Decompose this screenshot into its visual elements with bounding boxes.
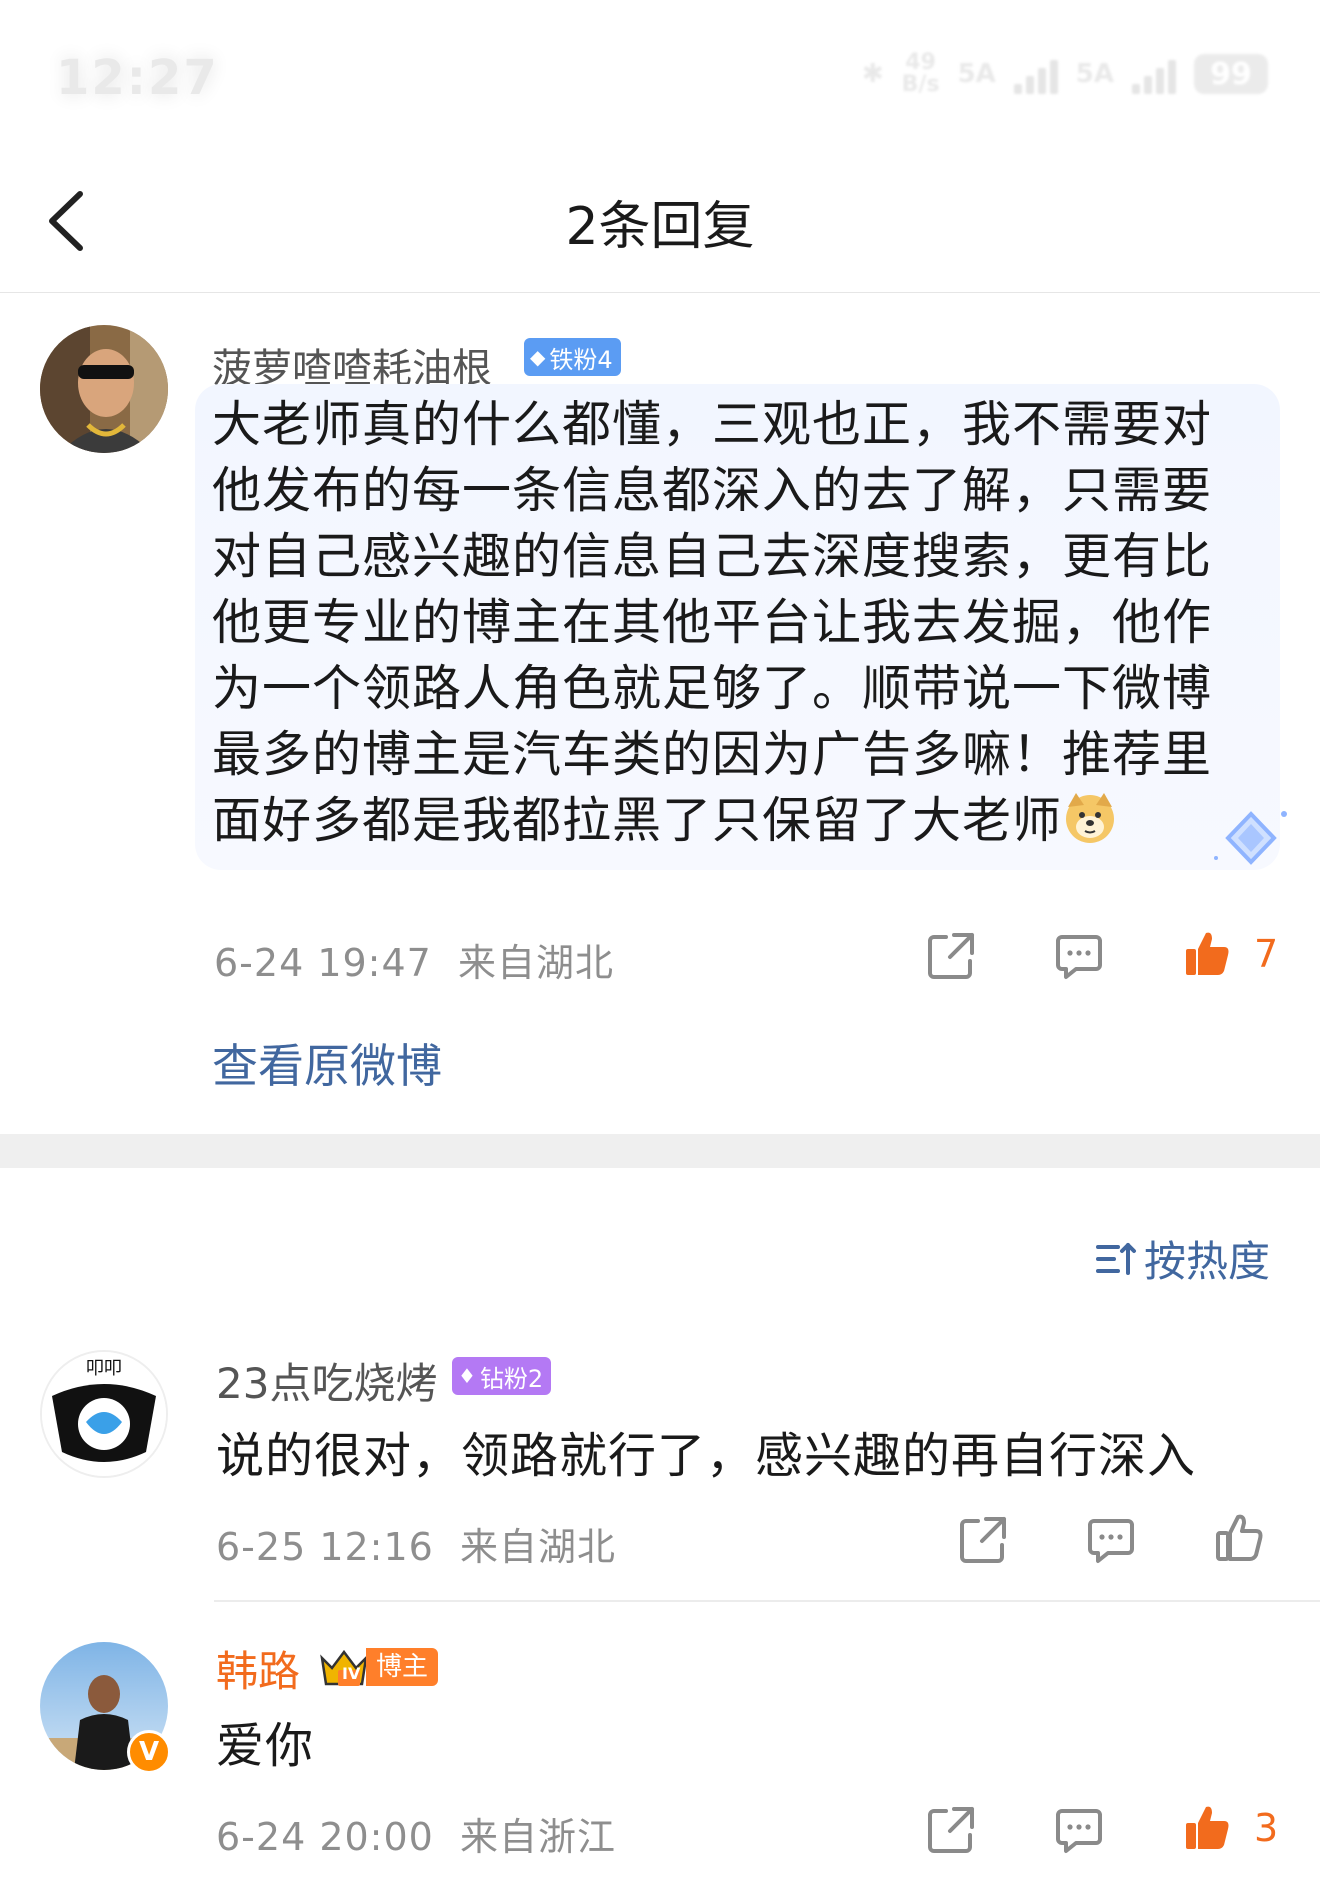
comment-location: 来自湖北	[458, 941, 615, 985]
reply-username[interactable]: 23点吃烧烤	[216, 1350, 437, 1411]
row-divider	[214, 1600, 1320, 1602]
reply-button[interactable]	[1052, 929, 1106, 983]
blogger-badge: IV 博主	[318, 1646, 439, 1688]
reply-location: 来自湖北	[460, 1525, 617, 1569]
like-button[interactable]	[1212, 1511, 1266, 1565]
like-count: 3	[1254, 1806, 1279, 1850]
bluetooth-icon: ✱	[861, 59, 884, 89]
page-title: 2条回复	[565, 197, 755, 257]
avatar[interactable]	[40, 325, 168, 453]
verified-v-icon: V	[127, 1730, 171, 1774]
sort-button[interactable]: 按热度	[1094, 1228, 1270, 1289]
like-button[interactable]	[1180, 1801, 1234, 1855]
net-speed: 49 B/s	[901, 50, 940, 97]
like-button[interactable]	[1180, 927, 1234, 981]
diamond-icon: ◆	[530, 345, 546, 369]
avatar-image: 叩叩	[42, 1352, 166, 1476]
thumbs-up-outline-icon	[1216, 1514, 1263, 1561]
thumbs-up-icon	[1186, 932, 1229, 975]
sort-icon	[1095, 1242, 1136, 1275]
status-bar: 12:27 ✱ 49 B/s 5A 5A 99	[0, 0, 1320, 150]
status-time: 12:27	[56, 50, 219, 106]
reply-time: 6-24 20:00	[216, 1815, 434, 1859]
fan-badge: ♦ 钻粉2	[452, 1357, 552, 1395]
share-button[interactable]	[924, 929, 978, 983]
reply-text: 说的很对，领路就行了，感兴趣的再自行深入	[216, 1428, 1197, 1484]
share-button[interactable]	[956, 1513, 1010, 1567]
thumbs-up-icon	[1186, 1806, 1229, 1849]
comment-text: 大老师真的什么都懂，三观也正，我不需要对他发布的每一条信息都深入的去了解，只需要…	[212, 396, 1213, 849]
doge-emoji-icon	[1066, 793, 1115, 843]
status-icons: ✱ 49 B/s 5A 5A 99	[862, 52, 1268, 96]
gem-icon: ♦	[458, 1364, 476, 1388]
signal-icon-2	[1132, 54, 1176, 94]
comment-time: 6-24 19:47	[214, 941, 432, 985]
comment-icon	[1056, 935, 1102, 979]
svg-text:叩叩: 叩叩	[86, 1358, 122, 1379]
nav-bar: 2条回复	[0, 150, 1320, 293]
reply-meta: 6-24 20:00 来自浙江	[216, 1806, 616, 1861]
battery-icon: 99	[1194, 54, 1268, 94]
signal-icon	[1013, 54, 1058, 94]
share-icon	[928, 933, 974, 979]
share-button[interactable]	[924, 1803, 978, 1857]
avatar-image	[40, 325, 168, 453]
share-icon	[960, 1517, 1006, 1563]
sort-label: 按热度	[1143, 1237, 1270, 1286]
fan-badge: ◆ 铁粉4	[524, 338, 621, 376]
comment-meta: 6-24 19:47 来自湖北	[214, 932, 614, 987]
reply-button[interactable]	[1084, 1513, 1138, 1567]
comment-icon	[1088, 1519, 1134, 1563]
reply-text: 爱你	[216, 1718, 315, 1774]
reply-time: 6-25 12:16	[216, 1525, 434, 1569]
reply-location: 来自浙江	[460, 1815, 617, 1859]
avatar[interactable]: 叩叩	[40, 1350, 168, 1478]
reply-username[interactable]: 韩路	[216, 1638, 300, 1699]
view-original-link[interactable]: 查看原微博	[212, 1030, 442, 1096]
comment-icon	[1056, 1809, 1102, 1853]
sim1-label: 5A	[957, 59, 996, 89]
share-icon	[928, 1807, 974, 1853]
section-divider	[0, 1134, 1320, 1168]
like-count: 7	[1254, 932, 1279, 976]
crown-level: IV	[342, 1664, 361, 1683]
sim2-label: 5A	[1075, 59, 1114, 89]
reply-button[interactable]	[1052, 1803, 1106, 1857]
reply-meta: 6-25 12:16 来自湖北	[216, 1516, 616, 1571]
